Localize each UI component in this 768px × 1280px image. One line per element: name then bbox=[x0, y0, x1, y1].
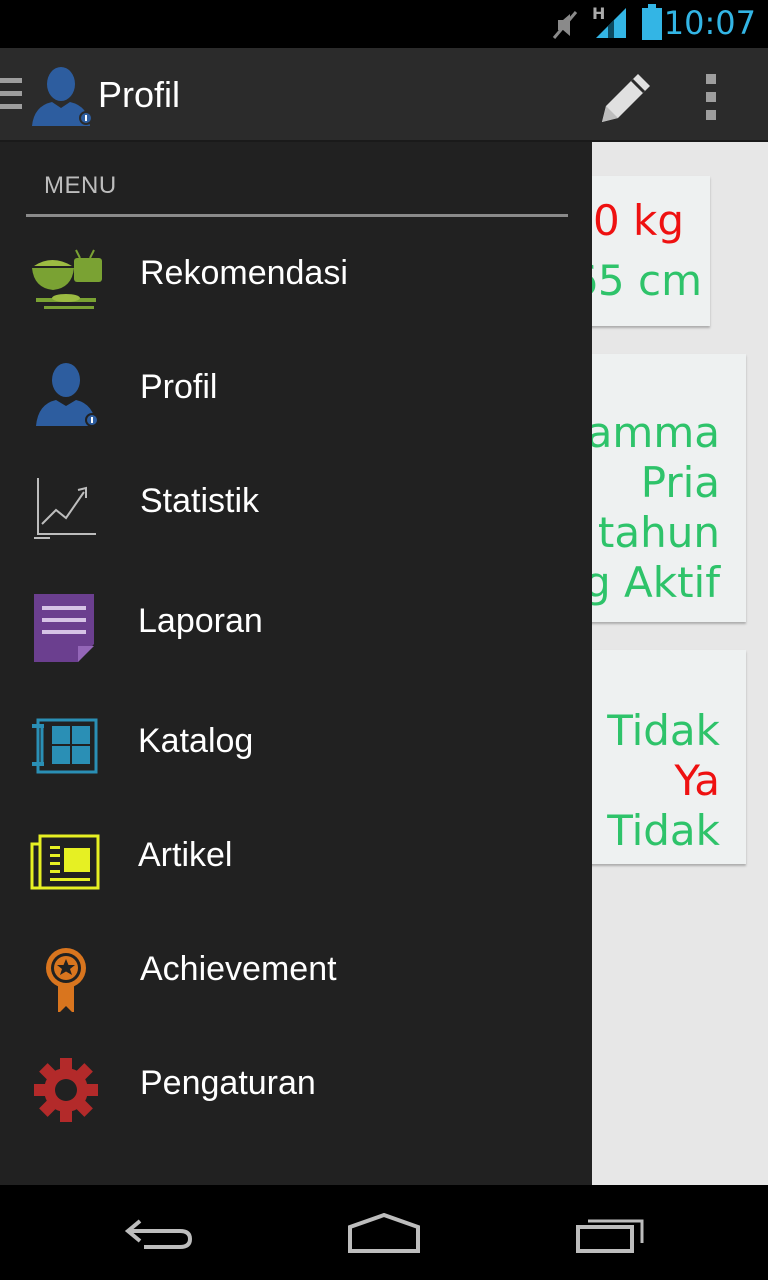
drawer-item-profil[interactable]: Profil bbox=[0, 340, 592, 440]
condition-1-value: Tidak bbox=[607, 706, 720, 755]
overflow-menu-icon[interactable] bbox=[698, 72, 726, 122]
page-title: Profil bbox=[98, 74, 181, 115]
catalog-icon bbox=[32, 718, 98, 774]
drawer-item-label: Achievement bbox=[140, 950, 337, 988]
drawer-item-label: Laporan bbox=[138, 602, 263, 640]
menu-header: MENU bbox=[44, 172, 117, 199]
chart-icon bbox=[34, 478, 96, 539]
newspaper-icon bbox=[30, 834, 100, 890]
home-icon[interactable] bbox=[346, 1213, 422, 1255]
document-icon bbox=[34, 594, 94, 662]
food-icon bbox=[32, 249, 102, 309]
drawer-item-pengaturan[interactable]: Pengaturan bbox=[0, 1036, 592, 1136]
pencil-icon[interactable] bbox=[594, 70, 654, 126]
drawer-item-rekomendasi[interactable]: Rekomendasi bbox=[0, 226, 592, 326]
drawer-item-label: Pengaturan bbox=[140, 1064, 316, 1102]
drawer-item-laporan[interactable]: Laporan bbox=[0, 574, 592, 674]
medal-icon bbox=[46, 948, 86, 1012]
drawer-item-label: Artikel bbox=[138, 836, 233, 874]
clock: 10:07 bbox=[663, 4, 756, 42]
drawer-item-katalog[interactable]: Katalog bbox=[0, 694, 592, 794]
battery-icon bbox=[642, 4, 662, 40]
gender-value: Pria bbox=[640, 458, 720, 507]
recent-apps-icon[interactable] bbox=[574, 1213, 646, 1255]
action-bar: Profil bbox=[0, 48, 768, 142]
gear-icon bbox=[34, 1058, 98, 1122]
profile-avatar-icon[interactable] bbox=[28, 62, 94, 128]
drawer-item-label: Katalog bbox=[138, 722, 254, 760]
drawer-item-achievement[interactable]: Achievement bbox=[0, 922, 592, 1022]
drawer-indicator-icon[interactable] bbox=[0, 76, 22, 112]
person-icon bbox=[36, 363, 99, 427]
condition-3-value: Tidak bbox=[607, 806, 720, 855]
drawer-item-artikel[interactable]: Artikel bbox=[0, 808, 592, 908]
drawer-item-statistik[interactable]: Statistik bbox=[0, 454, 592, 554]
back-icon[interactable] bbox=[124, 1213, 194, 1253]
signal-icon bbox=[596, 8, 626, 38]
status-bar: H 10:07 bbox=[0, 0, 768, 48]
drawer-item-label: Rekomendasi bbox=[140, 254, 348, 292]
menu-divider bbox=[26, 214, 568, 217]
navigation-drawer: MENU Rekomendasi Profil Statistik Lapora… bbox=[0, 142, 592, 1185]
system-navigation-bar bbox=[0, 1185, 768, 1280]
mute-icon bbox=[552, 11, 578, 39]
drawer-item-label: Statistik bbox=[140, 482, 260, 520]
drawer-item-label: Profil bbox=[140, 368, 218, 406]
condition-2-value: Ya bbox=[674, 756, 720, 805]
